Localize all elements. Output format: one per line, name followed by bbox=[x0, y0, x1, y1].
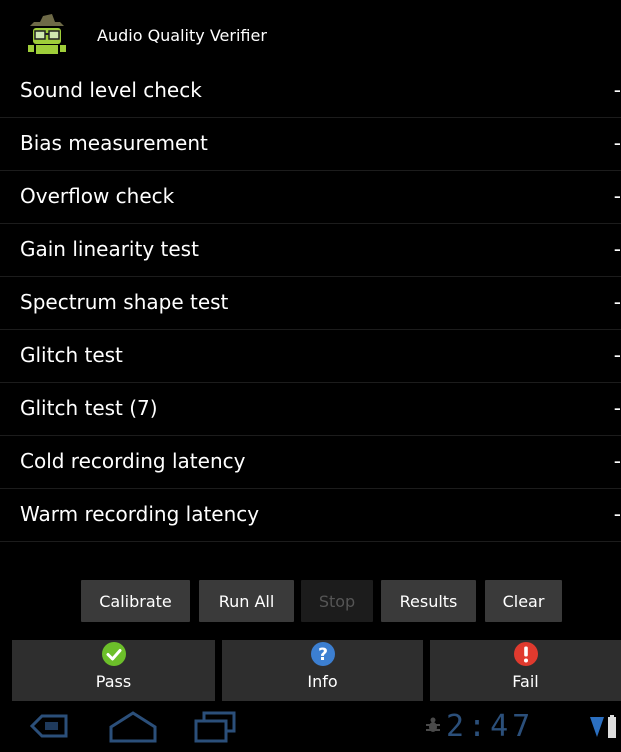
home-icon[interactable] bbox=[108, 709, 158, 745]
svg-text:?: ? bbox=[318, 645, 328, 665]
back-icon[interactable] bbox=[30, 713, 70, 739]
test-label: Sound level check bbox=[20, 78, 202, 102]
test-item-overflow[interactable]: Overflow check - bbox=[0, 171, 621, 224]
check-icon bbox=[101, 642, 126, 666]
test-label: Spectrum shape test bbox=[20, 290, 229, 314]
robot-glasses-icon bbox=[28, 14, 66, 54]
test-status: - bbox=[613, 343, 621, 367]
test-status: - bbox=[613, 449, 621, 473]
test-status: - bbox=[613, 78, 621, 102]
test-label: Glitch test (7) bbox=[20, 396, 158, 420]
signal-icon bbox=[590, 717, 604, 737]
test-status: - bbox=[613, 131, 621, 155]
fail-label: Fail bbox=[512, 672, 539, 691]
test-item-gain-linearity[interactable]: Gain linearity test - bbox=[0, 224, 621, 277]
test-label: Warm recording latency bbox=[20, 502, 260, 526]
info-button[interactable]: ? Info bbox=[222, 640, 423, 701]
test-item-bias[interactable]: Bias measurement - bbox=[0, 118, 621, 171]
test-item-sound-level[interactable]: Sound level check - bbox=[0, 65, 621, 118]
clear-button[interactable]: Clear bbox=[485, 580, 562, 622]
test-list: Sound level check - Bias measurement - O… bbox=[0, 65, 621, 542]
test-status: - bbox=[613, 396, 621, 420]
test-item-spectrum-shape[interactable]: Spectrum shape test - bbox=[0, 277, 621, 330]
fail-button[interactable]: Fail bbox=[430, 640, 621, 701]
system-nav-bar: 2:47 bbox=[0, 701, 621, 752]
results-button[interactable]: Results bbox=[381, 580, 476, 622]
test-label: Cold recording latency bbox=[20, 449, 246, 473]
clock: 2:47 bbox=[446, 709, 535, 744]
test-label: Overflow check bbox=[20, 184, 175, 208]
test-status: - bbox=[613, 237, 621, 261]
test-status: - bbox=[613, 184, 621, 208]
exclamation-icon bbox=[513, 642, 538, 666]
recent-apps-icon[interactable] bbox=[194, 711, 236, 743]
test-item-cold-latency[interactable]: Cold recording latency - bbox=[0, 436, 621, 489]
pass-button[interactable]: Pass bbox=[12, 640, 215, 701]
test-label: Bias measurement bbox=[20, 131, 208, 155]
test-label: Glitch test bbox=[20, 343, 123, 367]
test-status: - bbox=[613, 290, 621, 314]
run-all-button[interactable]: Run All bbox=[199, 580, 294, 622]
app-title: Audio Quality Verifier bbox=[97, 26, 267, 45]
stop-button[interactable]: Stop bbox=[301, 580, 373, 622]
test-label: Gain linearity test bbox=[20, 237, 199, 261]
test-status: - bbox=[613, 502, 621, 526]
test-item-glitch[interactable]: Glitch test - bbox=[0, 330, 621, 383]
info-label: Info bbox=[307, 672, 338, 691]
calibrate-button[interactable]: Calibrate bbox=[81, 580, 190, 622]
test-item-warm-latency[interactable]: Warm recording latency - bbox=[0, 489, 621, 542]
test-item-glitch-7[interactable]: Glitch test (7) - bbox=[0, 383, 621, 436]
pass-label: Pass bbox=[95, 672, 132, 691]
battery-icon bbox=[608, 715, 616, 738]
debug-icon bbox=[426, 717, 440, 732]
pass-fail-bar: Pass ? Info Fail bbox=[0, 640, 621, 701]
question-icon: ? bbox=[310, 642, 335, 666]
title-bar: Audio Quality Verifier bbox=[0, 0, 621, 65]
action-button-row: Calibrate Run All Stop Results Clear bbox=[0, 580, 621, 622]
